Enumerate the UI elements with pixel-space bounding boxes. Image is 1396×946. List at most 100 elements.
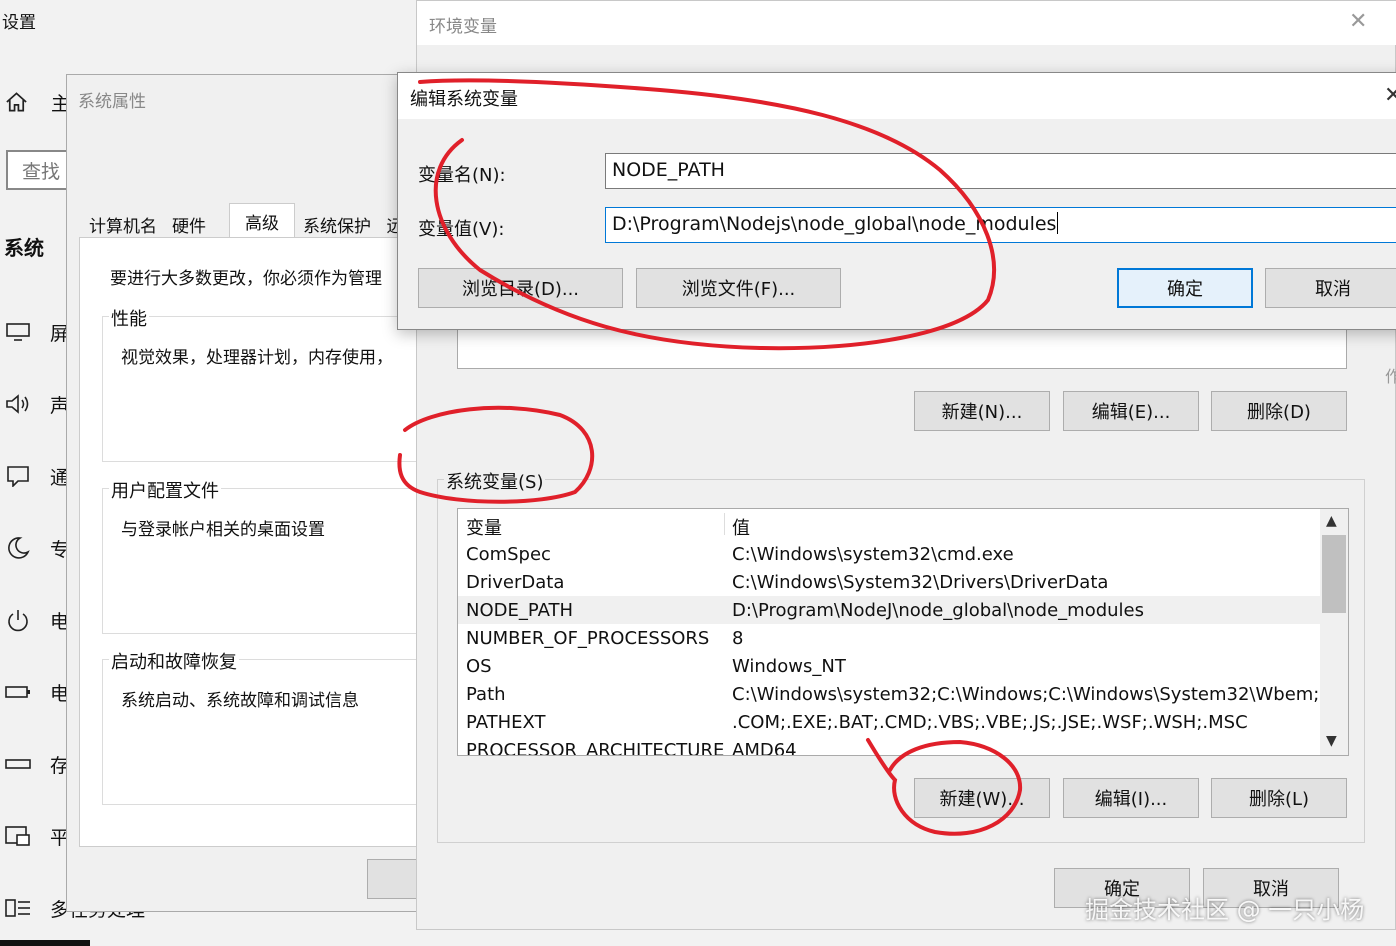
watermark: 掘金技术社区 @ 一只小杨 xyxy=(1085,896,1365,924)
scroll-down-icon[interactable]: ▼ xyxy=(1326,733,1337,749)
tab-system-protection[interactable]: 系统保护 xyxy=(299,209,375,239)
advanced-tab-panel: 要进行大多数更改，你必须作为管理 性能 视觉效果，处理器计划，内存使用， 用户配… xyxy=(79,237,439,847)
cell-value: 8 xyxy=(732,627,744,649)
edit-dialog-title: 编辑系统变量 xyxy=(410,89,518,110)
user-edit-button[interactable]: 编辑(E)... xyxy=(1063,391,1199,431)
nav-power[interactable]: 电 xyxy=(0,600,70,640)
table-body: ComSpec C:\Windows\system32\cmd.exe Driver… xyxy=(458,540,1337,756)
cell-variable: ComSpec xyxy=(466,543,551,565)
system-variables-label: 系统变量(S) xyxy=(444,468,546,494)
settings-title: 设置 xyxy=(2,13,36,33)
tab-advanced[interactable]: 高级 xyxy=(229,203,295,239)
vertical-scrollbar[interactable]: ▲ ▼ xyxy=(1320,509,1348,755)
cell-value: Windows_NT xyxy=(732,655,846,677)
group-user-profiles-desc: 与登录帐户相关的桌面设置 xyxy=(121,520,325,540)
group-startup-recovery-title: 启动和故障恢复 xyxy=(109,648,239,674)
variable-value-label: 变量值(V): xyxy=(418,219,505,240)
variable-value-input[interactable]: D:\Program\Nodejs\node_global\node_modul… xyxy=(605,207,1396,243)
nav-tablet[interactable]: 平 xyxy=(0,816,70,856)
cell-variable: PATHEXT xyxy=(466,711,546,733)
cell-value: C:\Windows\system32;C:\Windows;C:\Window… xyxy=(732,683,1337,705)
cell-value: .COM;.EXE;.BAT;.CMD;.VBS;.VBE;.JS;.JSE;.… xyxy=(732,711,1248,733)
table-row[interactable]: ComSpec C:\Windows\system32\cmd.exe xyxy=(458,540,1320,568)
edit-dialog-cancel-button[interactable]: 取消 xyxy=(1265,268,1396,308)
moon-icon xyxy=(0,536,36,560)
nav-display[interactable]: 屏 xyxy=(0,312,70,352)
home-icon xyxy=(6,92,27,112)
nav-notifications[interactable]: 通 xyxy=(0,456,70,496)
table-row[interactable]: OS Windows_NT xyxy=(458,652,1320,680)
nav-sound[interactable]: 声 xyxy=(0,384,70,424)
table-row[interactable]: DriverData C:\Windows\System32\Drivers\Dr… xyxy=(458,568,1320,596)
variable-name-label: 变量名(N): xyxy=(418,165,506,186)
variable-value-text: D:\Program\Nodejs\node_global\node_modul… xyxy=(612,213,1057,235)
cell-variable: PROCESSOR_ARCHITECTURE xyxy=(466,739,725,756)
browse-directory-button[interactable]: 浏览目录(D)... xyxy=(418,268,623,308)
cell-variable: OS xyxy=(466,655,492,677)
user-delete-button[interactable]: 删除(D) xyxy=(1211,391,1347,431)
nav-focus[interactable]: 专 xyxy=(0,528,70,568)
system-variables-table[interactable]: 变量 值 ComSpec C:\Windows\system32\cmd.exe D… xyxy=(457,508,1349,756)
speaker-icon xyxy=(0,393,36,415)
header-divider xyxy=(724,513,725,535)
table-row[interactable]: NUMBER_OF_PROCESSORS 8 xyxy=(458,624,1320,652)
header-value[interactable]: 值 xyxy=(732,514,750,540)
power-icon xyxy=(0,608,36,632)
cell-value: C:\Windows\system32\cmd.exe xyxy=(732,543,1014,565)
multitask-icon xyxy=(0,897,36,919)
scroll-thumb[interactable] xyxy=(1322,535,1346,613)
nav-storage[interactable]: 存 xyxy=(0,744,70,784)
home-button[interactable]: 主 xyxy=(4,86,70,118)
table-row[interactable]: Path C:\Windows\system32;C:\Windows;C:\Wi… xyxy=(458,680,1337,708)
section-heading: 系统 xyxy=(4,236,44,260)
group-startup-recovery-desc: 系统启动、系统故障和调试信息 xyxy=(121,691,359,711)
sysprops-title: 系统属性 xyxy=(78,92,146,112)
search-placeholder: 查找 xyxy=(22,160,61,183)
group-user-profiles-title: 用户配置文件 xyxy=(109,477,221,503)
notification-icon xyxy=(0,465,36,487)
display-icon xyxy=(0,322,36,342)
cell-variable: DriverData xyxy=(466,571,565,593)
taskbar-strip xyxy=(0,940,90,946)
system-new-button[interactable]: 新建(W)... xyxy=(914,778,1050,818)
table-row[interactable]: PROCESSOR_ARCHITECTURE AMD64 xyxy=(458,736,1320,756)
group-startup-recovery: 启动和故障恢复 系统启动、系统故障和调试信息 xyxy=(102,648,432,805)
cell-value: D:\Program\NodeJ\node_global\node_module… xyxy=(732,599,1144,621)
edit-dialog-titlebar: 编辑系统变量 ✕ xyxy=(398,73,1396,119)
group-user-profiles: 用户配置文件 与登录帐户相关的桌面设置 xyxy=(102,477,432,634)
battery-icon xyxy=(0,684,36,700)
table-header: 变量 值 xyxy=(458,509,1320,539)
variable-name-input[interactable]: NODE_PATH xyxy=(605,153,1396,189)
edit-system-variable-dialog: 编辑系统变量 ✕ 变量名(N): NODE_PATH 变量值(V): D:\Pr… xyxy=(397,72,1396,330)
group-performance: 性能 视觉效果，处理器计划，内存使用， xyxy=(102,305,432,462)
tablet-icon xyxy=(0,825,36,847)
system-delete-button[interactable]: 删除(L) xyxy=(1211,778,1347,818)
table-row[interactable]: PATHEXT .COM;.EXE;.BAT;.CMD;.VBS;.VBE;.JS… xyxy=(458,708,1320,736)
cell-value: AMD64 xyxy=(732,739,797,756)
browse-file-button[interactable]: 浏览文件(F)... xyxy=(636,268,841,308)
text-caret xyxy=(1057,212,1059,234)
side-partial-text: 作 xyxy=(1385,367,1396,386)
scroll-up-icon[interactable]: ▲ xyxy=(1326,513,1337,529)
tab-computer-name[interactable]: 计算机名 xyxy=(83,209,163,239)
system-edit-button[interactable]: 编辑(I)... xyxy=(1063,778,1199,818)
admin-note: 要进行大多数更改，你必须作为管理 xyxy=(110,269,382,289)
edit-dialog-ok-button[interactable]: 确定 xyxy=(1117,268,1253,308)
group-performance-title: 性能 xyxy=(109,305,149,331)
edit-dialog-close-icon[interactable]: ✕ xyxy=(1384,83,1396,108)
nav-battery[interactable]: 电 xyxy=(0,672,70,712)
envvars-title: 环境变量 xyxy=(429,17,497,37)
cell-variable: NUMBER_OF_PROCESSORS xyxy=(466,627,710,649)
group-performance-desc: 视觉效果，处理器计划，内存使用， xyxy=(121,348,393,368)
storage-icon xyxy=(0,757,36,771)
envvars-titlebar: 环境变量 ✕ xyxy=(417,1,1396,45)
header-variable[interactable]: 变量 xyxy=(466,514,502,540)
user-new-button[interactable]: 新建(N)... xyxy=(914,391,1050,431)
system-properties-window: 系统属性 计算机名 硬件 高级 系统保护 远 要进行大多数更改，你必须作为管理 … xyxy=(66,74,439,912)
cell-variable: NODE_PATH xyxy=(466,599,574,621)
cell-variable: Path xyxy=(466,683,506,705)
envvars-close-icon[interactable]: ✕ xyxy=(1349,9,1367,34)
cell-value: C:\Windows\System32\Drivers\DriverData xyxy=(732,571,1109,593)
table-row[interactable]: NODE_PATH D:\Program\NodeJ\node_global\no… xyxy=(458,596,1320,624)
tab-hardware[interactable]: 硬件 xyxy=(167,209,211,239)
